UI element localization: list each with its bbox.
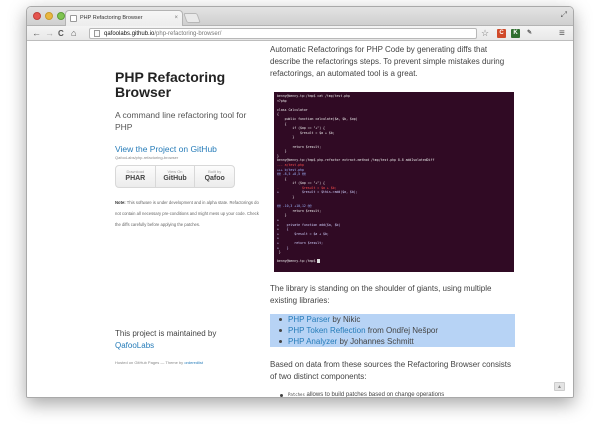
php-analyzer-link[interactable]: PHP Analyzer: [288, 337, 337, 346]
close-window-button[interactable]: [33, 12, 41, 20]
view-github-label: GitHub: [163, 175, 187, 182]
libraries-list: PHP Parser by Nikic PHP Token Reflection…: [270, 314, 515, 347]
tab-title: PHP Refactoring Browser: [80, 15, 143, 21]
browser-window: PHP Refactoring Browser × ⤢ ← → C ⌂ qafo…: [26, 6, 574, 398]
address-bar[interactable]: qafoolabs.github.io/php-refactoring-brow…: [89, 28, 477, 39]
maintainer-block: This project is maintained by QafooLabs: [115, 328, 265, 352]
download-phar-caption: Download: [126, 169, 145, 174]
lib-author: by Nikic: [330, 315, 361, 324]
php-token-reflection-link[interactable]: PHP Token Reflection: [288, 326, 366, 335]
extension-c-icon[interactable]: C: [497, 29, 506, 38]
bullet-icon: [279, 318, 282, 321]
theme-author-link[interactable]: orderedlist: [184, 360, 203, 365]
hosted-text: Hosted on GitHub Pages — Theme by: [115, 360, 184, 365]
browser-tab[interactable]: PHP Refactoring Browser ×: [65, 10, 183, 27]
bullet-icon: [279, 340, 282, 343]
github-project-link[interactable]: View the Project on GitHub: [115, 144, 217, 154]
hosted-footer: Hosted on GitHub Pages — Theme by ordere…: [115, 360, 203, 365]
terminal-cursor: [317, 259, 321, 264]
home-icon[interactable]: ⌂: [71, 27, 76, 40]
components-intro: Based on data from these sources the Ref…: [270, 360, 512, 381]
bullet-icon: [279, 329, 282, 332]
php-parser-link[interactable]: PHP Parser: [288, 315, 330, 324]
site-title: PHP Refactoring Browser: [115, 69, 226, 100]
component-text: allows to build patches based on change …: [304, 392, 445, 398]
view-github-caption: View On: [167, 169, 183, 174]
maintained-text: This project is maintained by: [115, 329, 217, 338]
bullet-icon: [280, 394, 283, 397]
built-by-qafoo-button[interactable]: Built by Qafoo: [195, 166, 234, 187]
page-viewport: PHP Refactoring Browser A command line r…: [27, 42, 573, 398]
list-item: PHP Parser by Nikic: [270, 314, 515, 325]
component-item: Patches allows to build patches based on…: [280, 392, 445, 398]
bookmark-star-icon[interactable]: ☆: [481, 28, 489, 39]
site-description: A command line refactoring tool for PHP: [115, 110, 247, 132]
note-label: Note:: [115, 200, 126, 205]
component-code: Patches: [288, 392, 305, 397]
list-item: PHP Analyzer by Johannes Schmitt: [270, 336, 515, 347]
lib-author: by Johannes Schmitt: [337, 337, 414, 346]
page-icon: [94, 30, 100, 37]
tab-strip: PHP Refactoring Browser × ⤢: [27, 7, 573, 27]
browser-toolbar: ← → C ⌂ qafoolabs.github.io/php-refactor…: [27, 26, 573, 41]
forward-icon[interactable]: →: [45, 27, 54, 40]
url-host: qafoolabs.github.io: [104, 31, 155, 37]
note-text: This software is under development and i…: [115, 200, 259, 227]
list-item: PHP Token Reflection from Ondřej Nešpor: [270, 325, 515, 336]
page-favicon-icon: [70, 15, 77, 22]
extension-k-icon[interactable]: K: [511, 29, 520, 38]
new-tab-button[interactable]: [183, 13, 201, 23]
reload-icon[interactable]: C: [58, 27, 64, 40]
github-repo-name: QafooLabs/php-refactoring-browser: [115, 155, 179, 160]
alpha-note: Note: This software is under development…: [115, 197, 265, 230]
menu-icon[interactable]: ≡: [559, 27, 565, 40]
download-phar-label: PHAR: [125, 175, 146, 182]
wrench-icon[interactable]: ✎: [525, 29, 534, 38]
maintainer-link[interactable]: QafooLabs: [115, 340, 265, 352]
built-by-label: Qafoo: [204, 175, 225, 182]
lib-author: from Ondřej Nešpor: [365, 326, 438, 335]
window-controls: [33, 12, 65, 20]
terminal-line: benny@benny-tp:/tmp$: [277, 259, 511, 264]
built-by-caption: Built by: [208, 169, 222, 174]
terminal-screenshot: benny@benny-tp:/tmp$ cat /tmp/test.php <?…: [274, 92, 514, 272]
fullscreen-icon[interactable]: ⤢: [561, 10, 567, 20]
download-phar-button[interactable]: Download PHAR: [116, 166, 156, 187]
tab-close-icon[interactable]: ×: [174, 11, 178, 26]
url-path: /php-refactoring-browser/: [154, 31, 222, 37]
scroll-top-button[interactable]: ▲: [554, 382, 565, 391]
intro-paragraph: Automatic Refactorings for PHP Code by g…: [270, 45, 505, 78]
minimize-window-button[interactable]: [45, 12, 53, 20]
libraries-intro: The library is standing on the shoulder …: [270, 284, 492, 305]
view-on-github-button[interactable]: View On GitHub: [156, 166, 196, 187]
zoom-window-button[interactable]: [57, 12, 65, 20]
back-icon[interactable]: ←: [32, 27, 41, 40]
download-buttons: Download PHAR View On GitHub Built by Qa…: [115, 165, 235, 188]
